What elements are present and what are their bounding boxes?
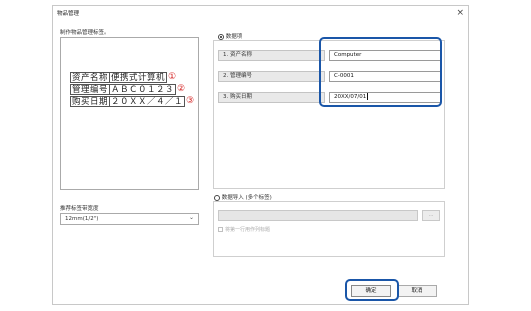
asset-management-dialog: 物品管理 × 制作物品管理标签。 资产名称 便携式计算机 ① 管理编号 ＡＢＣ０…	[52, 5, 469, 305]
data-import-radio[interactable]	[214, 194, 220, 201]
label-row-purchase-date: 购买日期 ２０ＸＸ／４／１ ③	[70, 95, 194, 107]
management-no-input[interactable]: C-0001	[329, 71, 441, 82]
management-no-value: C-0001	[334, 73, 354, 79]
purchase-date-input[interactable]: 20XX/07/01	[329, 92, 441, 103]
label-row-management-no: 管理编号 ＡＢＣ０１２３ ②	[70, 83, 194, 95]
first-row-header-checkbox	[218, 227, 223, 232]
tape-width-label: 推荐标签带宽度	[60, 206, 99, 212]
first-row-header-label: 将第一行用作列标题	[225, 227, 271, 233]
asset-name-value: Computer	[334, 52, 362, 58]
field-label-purchase-date: 3. 购买日期	[218, 92, 325, 103]
dialog-title: 物品管理	[57, 11, 80, 17]
chevron-down-icon: ⌄	[188, 214, 194, 221]
data-import-option[interactable]: 数据导入 (多个标签)	[214, 193, 272, 201]
data-items-panel: 1. 资产名称 Computer 2. 管理编号 C-0001 3. 购买日期 …	[213, 40, 445, 189]
first-row-header-option: 将第一行用作列标题	[218, 226, 270, 233]
label-row-asset-name: 资产名称 便携式计算机 ①	[70, 71, 194, 83]
data-items-option[interactable]: 数据项	[218, 32, 242, 40]
text-cursor	[367, 93, 369, 100]
ok-button[interactable]: 确定	[351, 285, 391, 297]
preview-label: 制作物品管理标签。	[60, 30, 110, 36]
tape-width-select[interactable]: 12mm(1/2") ⌄	[60, 213, 199, 225]
title-bar: 物品管理 ×	[53, 6, 468, 20]
label-preview-table: 资产名称 便携式计算机 ① 管理编号 ＡＢＣ０１２３ ② 购买日期 ２０ＸＸ／４…	[70, 71, 194, 107]
marker-3: ③	[186, 96, 195, 106]
import-file-field	[218, 210, 418, 221]
label-key: 资产名称	[70, 71, 111, 83]
label-value: 便携式计算机	[110, 71, 168, 83]
close-icon[interactable]: ×	[456, 7, 464, 19]
field-label-management-no: 2. 管理编号	[218, 71, 325, 82]
asset-name-input[interactable]: Computer	[329, 50, 441, 61]
marker-2: ②	[177, 84, 186, 94]
label-key: 管理编号	[70, 83, 111, 95]
field-label-asset-name: 1. 资产名称	[218, 50, 325, 61]
label-value: ＡＢＣ０１２３	[110, 83, 177, 95]
cancel-button[interactable]: 取消	[397, 285, 437, 297]
label-key: 购买日期	[70, 95, 111, 107]
data-items-radio[interactable]	[218, 33, 224, 40]
data-import-panel: ... 将第一行用作列标题	[213, 201, 445, 257]
marker-1: ①	[168, 72, 177, 82]
tape-width-value: 12mm(1/2")	[65, 216, 99, 222]
purchase-date-value: 20XX/07/01	[334, 94, 367, 100]
label-preview	[60, 37, 199, 190]
label-value: ２０ＸＸ／４／１	[110, 95, 186, 107]
browse-button: ...	[422, 210, 440, 221]
